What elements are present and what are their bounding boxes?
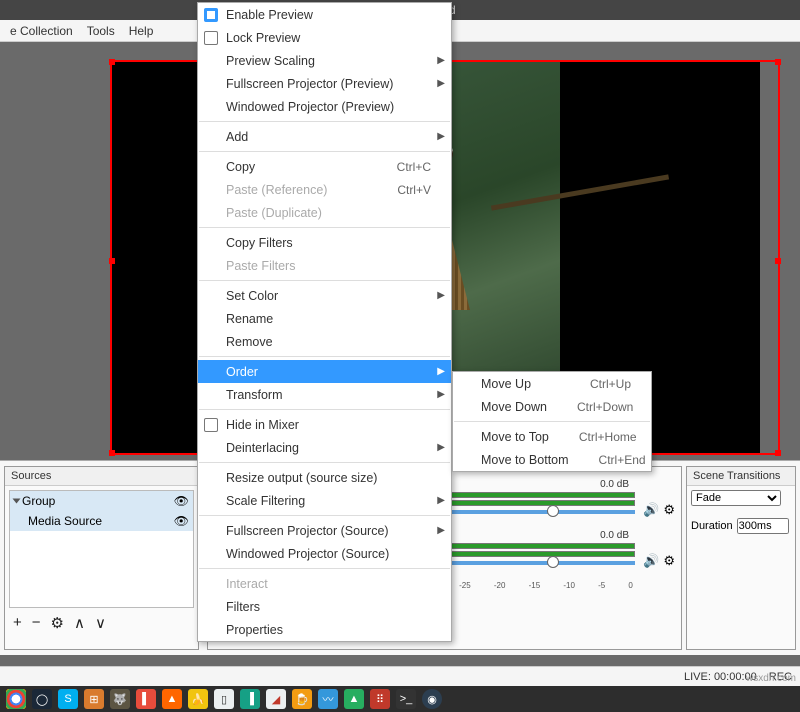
terminal-icon[interactable]: >_ <box>396 689 416 709</box>
chevron-right-icon: ▶ <box>437 495 445 506</box>
menu-copy[interactable]: CopyCtrl+C <box>198 155 451 178</box>
submenu-move-to-bottom[interactable]: Move to BottomCtrl+End <box>453 448 651 471</box>
move-down-button[interactable]: ∨ <box>95 614 106 632</box>
source-label: Media Source <box>28 514 102 528</box>
chevron-right-icon: ▶ <box>437 442 445 453</box>
menu-paste-reference: Paste (Reference)Ctrl+V <box>198 178 451 201</box>
vlc-icon[interactable]: ▲ <box>162 689 182 709</box>
menu-copy-filters[interactable]: Copy Filters <box>198 231 451 254</box>
sources-title: Sources <box>5 467 198 486</box>
menu-deinterlacing[interactable]: Deinterlacing▶ <box>198 436 451 459</box>
transition-select[interactable]: Fade <box>691 490 781 506</box>
menu-preview-scaling[interactable]: Preview Scaling▶ <box>198 49 451 72</box>
duration-input[interactable] <box>737 518 789 534</box>
chevron-right-icon: ▶ <box>437 366 445 377</box>
duration-label: Duration <box>691 520 733 532</box>
transitions-panel: Scene Transitions Fade Duration <box>686 466 796 650</box>
obs-icon[interactable]: ◉ <box>422 689 442 709</box>
menu-set-color[interactable]: Set Color▶ <box>198 284 451 307</box>
skype-icon[interactable]: S <box>58 689 78 709</box>
submenu-move-up[interactable]: Move UpCtrl+Up <box>453 372 651 395</box>
menu-properties[interactable]: Properties <box>198 618 451 641</box>
status-bar: LIVE: 00:00:00 REC <box>0 666 800 686</box>
menu-add[interactable]: Add▶ <box>198 125 451 148</box>
gimp-icon[interactable]: 🐺 <box>110 689 130 709</box>
checkbox-icon <box>204 31 218 45</box>
app-icon[interactable]: 🍺 <box>292 689 312 709</box>
context-menu[interactable]: Enable Preview Lock Preview Preview Scal… <box>197 2 452 642</box>
submenu-move-to-top[interactable]: Move to TopCtrl+Home <box>453 425 651 448</box>
taskbar[interactable]: ◯ S ⊞ 🐺 ▌ ▲ 🍌 ▯ ▐ ◢ 🍺 〰 ▲ ⠿ >_ ◉ <box>0 686 800 712</box>
menu-hide-in-mixer[interactable]: Hide in Mixer <box>198 413 451 436</box>
app-icon[interactable]: ▌ <box>136 689 156 709</box>
transitions-title: Scene Transitions <box>687 467 795 486</box>
app-icon[interactable]: ▐ <box>240 689 260 709</box>
visibility-icon[interactable]: 👁 <box>174 494 189 508</box>
menu-resize-output[interactable]: Resize output (source size) <box>198 466 451 489</box>
submenu-move-down[interactable]: Move DownCtrl+Down <box>453 395 651 418</box>
sources-list[interactable]: Group 👁 Media Source 👁 <box>9 490 194 608</box>
steam-icon[interactable]: ◯ <box>32 689 52 709</box>
menu-paste-filters: Paste Filters <box>198 254 451 277</box>
chevron-right-icon: ▶ <box>437 525 445 536</box>
gear-icon[interactable]: ⚙ <box>663 553 675 569</box>
expand-icon[interactable] <box>13 499 21 504</box>
menu-remove[interactable]: Remove <box>198 330 451 353</box>
sources-panel: Sources Group 👁 Media Source 👁 + − ⚙ ∧ ∨ <box>4 466 199 650</box>
menu-fullscreen-projector-source[interactable]: Fullscreen Projector (Source)▶ <box>198 519 451 542</box>
speaker-icon[interactable]: 🔊 <box>643 553 659 569</box>
menu-rename[interactable]: Rename <box>198 307 451 330</box>
menu-filters[interactable]: Filters <box>198 595 451 618</box>
chevron-right-icon: ▶ <box>437 290 445 301</box>
visibility-icon[interactable]: 👁 <box>174 514 189 528</box>
chrome-icon[interactable] <box>6 689 26 709</box>
menu-lock-preview[interactable]: Lock Preview <box>198 26 451 49</box>
source-settings-button[interactable]: ⚙ <box>51 614 64 632</box>
source-media[interactable]: Media Source 👁 <box>10 511 193 531</box>
menu-windowed-projector-preview[interactable]: Windowed Projector (Preview) <box>198 95 451 118</box>
menu-transform[interactable]: Transform▶ <box>198 383 451 406</box>
menu-scale-filtering[interactable]: Scale Filtering▶ <box>198 489 451 512</box>
remove-source-button[interactable]: − <box>32 614 41 632</box>
menu-windowed-projector-source[interactable]: Windowed Projector (Source) <box>198 542 451 565</box>
source-group[interactable]: Group 👁 <box>10 491 193 511</box>
menu-paste-duplicate: Paste (Duplicate) <box>198 201 451 224</box>
source-label: Group <box>22 494 55 508</box>
move-up-button[interactable]: ∧ <box>74 614 85 632</box>
app-icon[interactable]: ⊞ <box>84 689 104 709</box>
app-icon[interactable]: 🍌 <box>188 689 208 709</box>
chevron-right-icon: ▶ <box>437 78 445 89</box>
menu-fullscreen-projector-preview[interactable]: Fullscreen Projector (Preview)▶ <box>198 72 451 95</box>
image-icon[interactable]: ▲ <box>344 689 364 709</box>
menu-interact: Interact <box>198 572 451 595</box>
app-icon[interactable]: ⠿ <box>370 689 390 709</box>
gear-icon[interactable]: ⚙ <box>663 502 675 518</box>
chevron-right-icon: ▶ <box>437 131 445 142</box>
checkbox-on-icon <box>204 8 218 22</box>
speaker-icon[interactable]: 🔊 <box>643 502 659 518</box>
menu-scene-collection[interactable]: e Collection <box>10 24 73 38</box>
add-source-button[interactable]: + <box>13 614 22 632</box>
app-icon[interactable]: 〰 <box>318 689 338 709</box>
checkbox-icon <box>204 418 218 432</box>
app-icon[interactable]: ◢ <box>266 689 286 709</box>
watermark: wsxdn.com <box>746 673 796 684</box>
chevron-right-icon: ▶ <box>437 55 445 66</box>
order-submenu[interactable]: Move UpCtrl+Up Move DownCtrl+Down Move t… <box>452 371 652 472</box>
menu-tools[interactable]: Tools <box>87 24 115 38</box>
menu-enable-preview[interactable]: Enable Preview <box>198 3 451 26</box>
menu-help[interactable]: Help <box>129 24 154 38</box>
document-icon[interactable]: ▯ <box>214 689 234 709</box>
chevron-right-icon: ▶ <box>437 389 445 400</box>
menu-order[interactable]: Order▶ <box>198 360 451 383</box>
